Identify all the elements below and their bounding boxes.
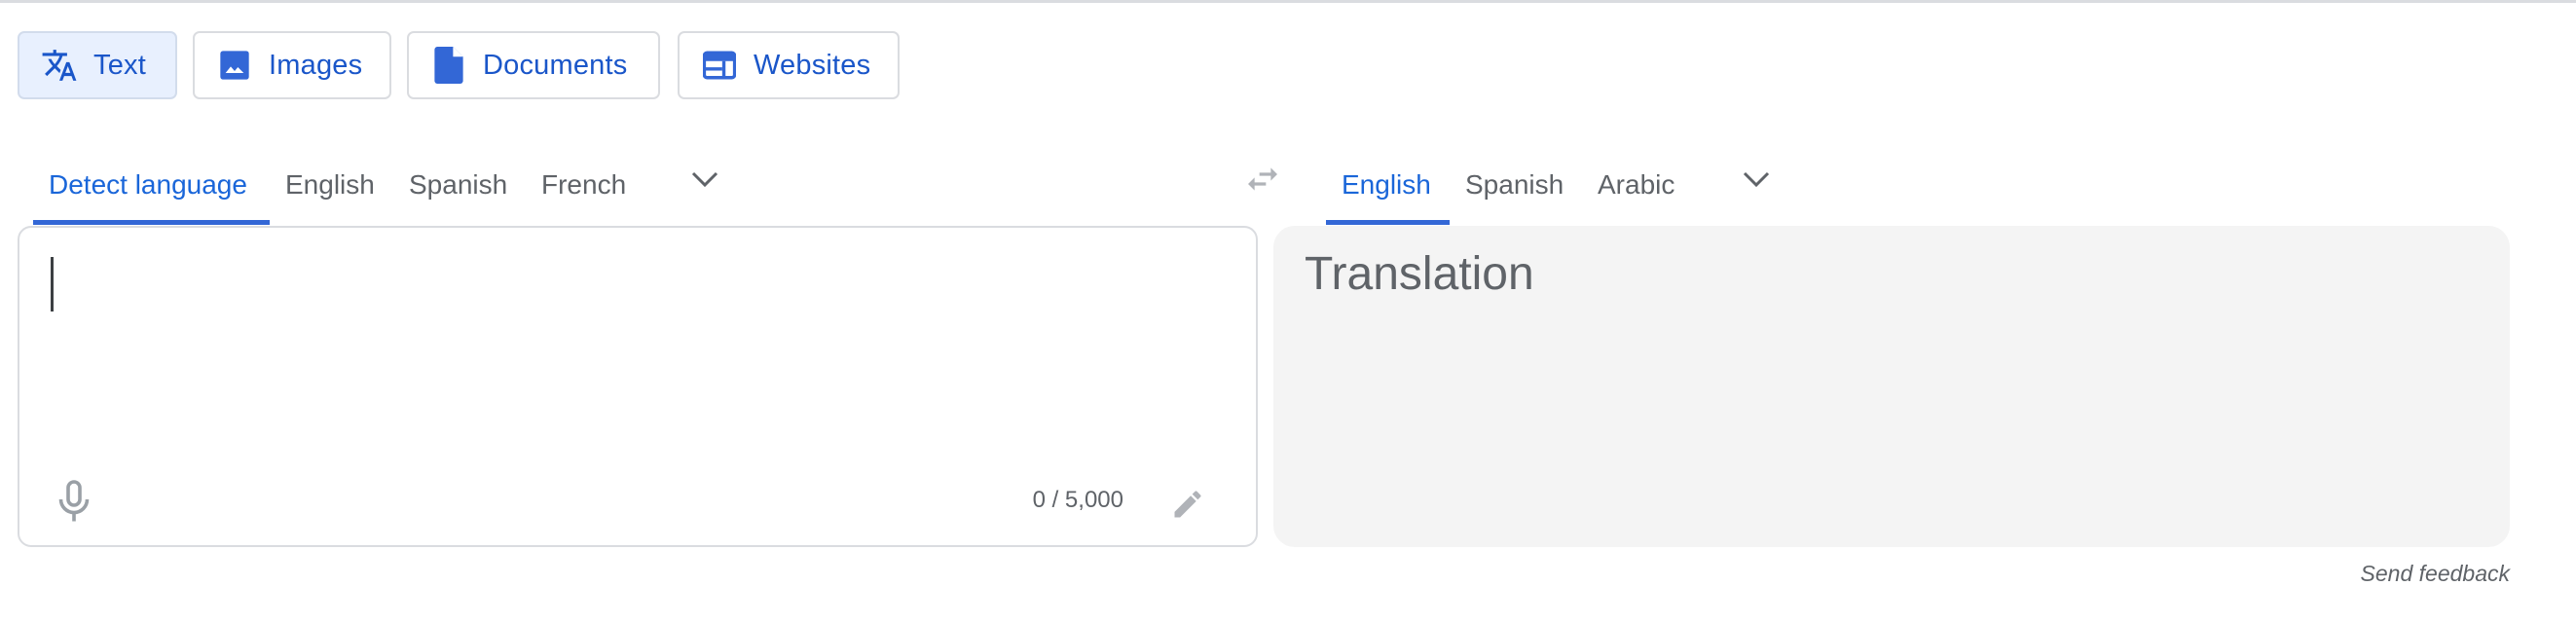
mode-images-label: Images <box>269 49 363 81</box>
source-lang-tab-french[interactable]: French <box>541 146 626 224</box>
pencil-icon <box>1174 491 1201 518</box>
website-icon <box>701 47 738 84</box>
voice-input-button[interactable] <box>56 479 92 526</box>
source-lang-tab-detect[interactable]: Detect language <box>49 146 247 224</box>
target-active-tab-indicator <box>1326 220 1450 225</box>
image-icon <box>216 47 253 84</box>
source-lang-tab-label: Detect language <box>49 169 247 200</box>
target-lang-tab-spanish[interactable]: Spanish <box>1465 146 1564 224</box>
target-lang-tab-label: English <box>1342 169 1431 200</box>
handwriting-button[interactable] <box>1170 487 1205 522</box>
source-more-languages-button[interactable] <box>687 162 722 197</box>
source-lang-tab-label: Spanish <box>409 169 508 200</box>
send-feedback-link[interactable]: Send feedback <box>2361 561 2510 587</box>
source-active-tab-indicator <box>33 220 270 225</box>
chevron-down-icon <box>691 171 718 188</box>
chevron-down-icon <box>1743 171 1770 188</box>
mode-documents-label: Documents <box>483 49 628 81</box>
source-lang-tab-label: English <box>285 169 375 200</box>
source-lang-tab-label: French <box>541 169 627 200</box>
translate-icon <box>41 47 78 84</box>
swap-icon <box>1248 167 1277 191</box>
target-more-languages-button[interactable] <box>1739 162 1774 197</box>
swap-languages-button[interactable] <box>1242 160 1283 199</box>
mode-websites-button[interactable]: Websites <box>678 31 900 99</box>
target-lang-tab-arabic[interactable]: Arabic <box>1598 146 1674 224</box>
mode-text-label: Text <box>93 49 146 81</box>
target-lang-tab-english[interactable]: English <box>1342 146 1431 224</box>
translation-placeholder: Translation <box>1305 248 1534 300</box>
document-icon <box>430 47 467 84</box>
character-count: 0 / 5,000 <box>1032 487 1123 513</box>
text-cursor <box>51 257 54 312</box>
target-lang-tab-label: Arabic <box>1598 169 1675 200</box>
source-text-input[interactable] <box>49 253 1227 448</box>
mode-documents-button[interactable]: Documents <box>407 31 660 99</box>
source-text-panel: 0 / 5,000 <box>18 226 1258 547</box>
source-lang-tab-spanish[interactable]: Spanish <box>409 146 507 224</box>
translation-output-panel: Translation <box>1273 226 2510 547</box>
source-lang-tab-english[interactable]: English <box>285 146 375 224</box>
top-divider <box>0 0 2576 3</box>
mode-websites-label: Websites <box>754 49 871 81</box>
microphone-icon <box>58 480 90 522</box>
mode-text-button[interactable]: Text <box>18 31 177 99</box>
target-lang-tab-label: Spanish <box>1465 169 1564 200</box>
mode-images-button[interactable]: Images <box>193 31 391 99</box>
